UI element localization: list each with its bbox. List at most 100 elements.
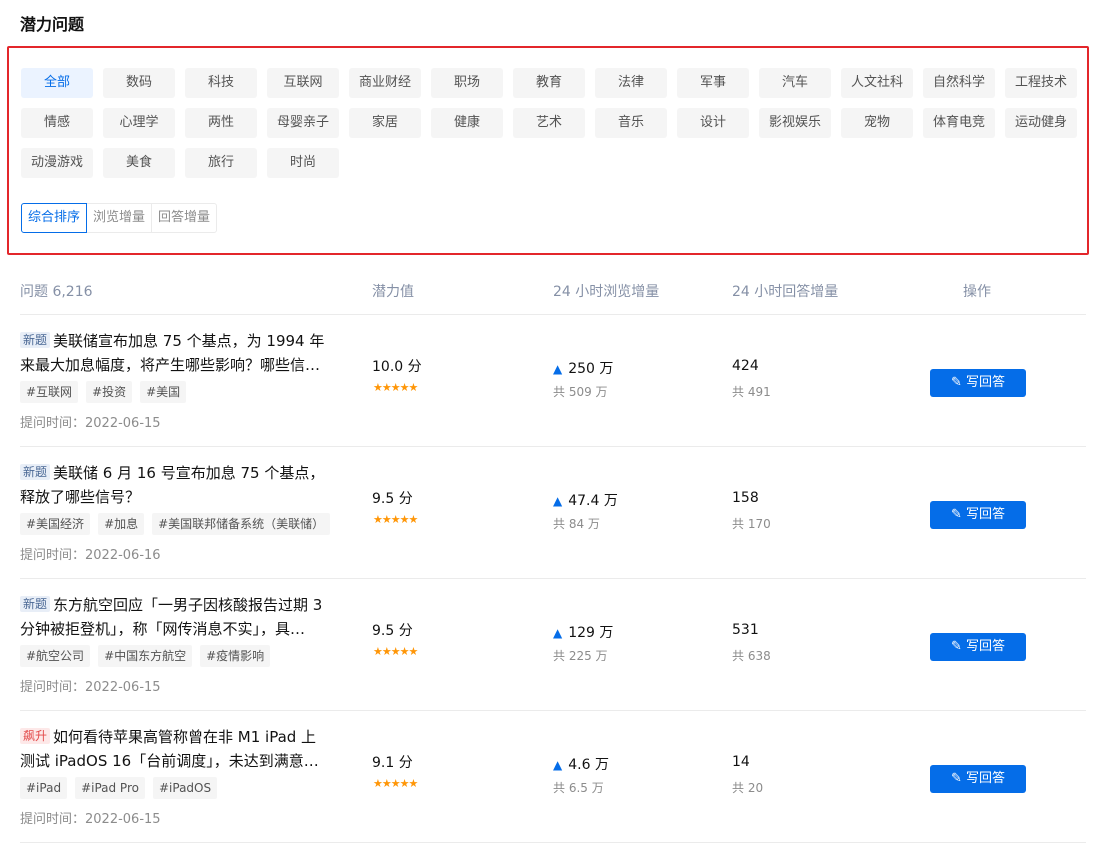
category-chip[interactable]: 动漫游戏	[21, 148, 93, 178]
topic-tag[interactable]: #美国联邦储备系统（美联储）	[152, 513, 331, 535]
category-chip[interactable]: 教育	[513, 68, 585, 98]
question-row: 飙升 如何看待苹果高管称曾在非 M1 iPad 上测试 iPadOS 16「台前调…	[0, 711, 1099, 843]
asked-time: 提问时间：2022-06-15	[20, 412, 161, 431]
category-chip[interactable]: 宠物	[841, 108, 913, 138]
category-chip[interactable]: 商业财经	[349, 68, 421, 98]
answers-increment: 14	[732, 754, 750, 770]
potential-score: 9.1 分	[372, 755, 413, 771]
category-chip[interactable]: 职场	[431, 68, 503, 98]
column-answers: 24 小时回答增量	[732, 284, 839, 300]
star-rating: ★★★★★	[373, 381, 418, 394]
category-chip[interactable]: 旅行	[185, 148, 257, 178]
category-chip[interactable]: 心理学	[103, 108, 175, 138]
star-rating: ★★★★★	[373, 777, 418, 790]
column-action: 操作	[963, 284, 991, 300]
category-chip[interactable]: 音乐	[595, 108, 667, 138]
asked-label: 提问时间：	[20, 680, 86, 695]
answers-increment: 531	[732, 622, 759, 638]
category-chip[interactable]: 科技	[185, 68, 257, 98]
question-title-text[interactable]: 东方航空回应「一男子因核酸报告过期 3 分钟被拒登机」，称「网传消息不实」，具…	[20, 596, 322, 638]
category-chip[interactable]: 全部	[21, 68, 93, 98]
topic-tag[interactable]: #投资	[86, 381, 133, 403]
answers-total: 共 170	[732, 517, 771, 531]
write-answer-button[interactable]: ✎ 写回答	[930, 633, 1026, 661]
category-chip[interactable]: 汽车	[759, 68, 831, 98]
answers-increment: 424	[732, 358, 759, 374]
topic-tag[interactable]: #航空公司	[20, 645, 91, 667]
arrow-up-icon: ▲	[553, 758, 563, 772]
question-title[interactable]: 飙升 如何看待苹果高管称曾在非 M1 iPad 上测试 iPadOS 16「台前调…	[20, 725, 328, 773]
write-answer-label: 写回答	[965, 771, 1005, 786]
arrow-up-icon: ▲	[553, 626, 563, 640]
category-chip[interactable]: 情感	[21, 108, 93, 138]
topic-tag[interactable]: #iPadOS	[152, 777, 218, 799]
page-title: 潜力问题	[20, 15, 85, 34]
topic-tag[interactable]: #iPad Pro	[75, 777, 145, 799]
write-answer-label: 写回答	[965, 375, 1005, 390]
category-chip[interactable]: 时尚	[267, 148, 339, 178]
write-answer-button[interactable]: ✎ 写回答	[930, 369, 1026, 397]
category-chip[interactable]: 美食	[103, 148, 175, 178]
tag-list: #iPad #iPad Pro #iPadOS	[20, 777, 225, 799]
question-title[interactable]: 新题 美联储宣布加息 75 个基点，为 1994 年来最大加息幅度，将产生哪些影响…	[20, 329, 328, 377]
category-chip[interactable]: 体育电竞	[923, 108, 995, 138]
question-title[interactable]: 新题 美联储 6 月 16 号宣布加息 75 个基点，释放了哪些信号？	[20, 461, 328, 509]
topic-tag[interactable]: #互联网	[20, 381, 79, 403]
topic-tag[interactable]: #美国	[140, 381, 187, 403]
tag-list: #航空公司 #中国东方航空 #疫情影响	[20, 645, 278, 667]
category-chip[interactable]: 运动健身	[1005, 108, 1077, 138]
category-chip[interactable]: 设计	[677, 108, 749, 138]
asked-time: 提问时间：2022-06-15	[20, 676, 161, 695]
question-title-text[interactable]: 美联储 6 月 16 号宣布加息 75 个基点，释放了哪些信号？	[20, 464, 324, 506]
tag-list: #美国经济 #加息 #美国联邦储备系统（美联储）	[20, 513, 338, 535]
views-increment-value: 4.6 万	[568, 757, 609, 773]
answers-total: 共 20	[732, 781, 764, 795]
write-answer-label: 写回答	[965, 639, 1005, 654]
views-increment-value: 250 万	[568, 361, 614, 377]
arrow-up-icon: ▲	[553, 494, 563, 508]
asked-time: 提问时间：2022-06-16	[20, 544, 161, 563]
category-chip[interactable]: 家居	[349, 108, 421, 138]
write-answer-button[interactable]: ✎ 写回答	[930, 501, 1026, 529]
views-increment: ▲ 129 万	[553, 622, 613, 642]
topic-tag[interactable]: #中国东方航空	[98, 645, 193, 667]
write-answer-button[interactable]: ✎ 写回答	[930, 765, 1026, 793]
views-total: 共 6.5 万	[553, 781, 604, 795]
potential-score: 10.0 分	[372, 359, 422, 375]
filter-panel: 全部 数码 科技 互联网 商业财经 职场 教育 法律 军事 汽车 人文社科 自然科学 工程技术情感 心理学…	[7, 46, 1089, 255]
category-chip[interactable]: 艺术	[513, 108, 585, 138]
sort-tab[interactable]: 综合排序	[21, 203, 88, 233]
category-chip[interactable]: 两性	[185, 108, 257, 138]
sort-tab[interactable]: 浏览增量	[86, 203, 153, 233]
asked-date: 2022-06-15	[85, 680, 161, 695]
question-title-text[interactable]: 如何看待苹果高管称曾在非 M1 iPad 上测试 iPadOS 16「台前调度」…	[20, 728, 319, 770]
asked-date: 2022-06-15	[85, 416, 161, 431]
question-title-text[interactable]: 美联储宣布加息 75 个基点，为 1994 年来最大加息幅度，将产生哪些影响？哪…	[20, 332, 324, 374]
category-chip[interactable]: 数码	[103, 68, 175, 98]
category-chip[interactable]: 健康	[431, 108, 503, 138]
answers-total: 共 491	[732, 385, 771, 399]
question-row: 新题 美联储 6 月 16 号宣布加息 75 个基点，释放了哪些信号？ #美国经济…	[0, 447, 1099, 579]
column-question: 问题 6,216	[20, 284, 93, 300]
category-chip[interactable]: 法律	[595, 68, 667, 98]
write-answer-label: 写回答	[965, 507, 1005, 522]
topic-tag[interactable]: #美国经济	[20, 513, 91, 535]
category-chip[interactable]: 工程技术	[1005, 68, 1077, 98]
views-total: 共 225 万	[553, 649, 608, 663]
category-chip[interactable]: 军事	[677, 68, 749, 98]
category-chip[interactable]: 互联网	[267, 68, 339, 98]
question-title[interactable]: 新题 东方航空回应「一男子因核酸报告过期 3 分钟被拒登机」，称「网传消息不实」，…	[20, 593, 328, 641]
question-row: 新题 美联储宣布加息 75 个基点，为 1994 年来最大加息幅度，将产生哪些影响…	[0, 315, 1099, 447]
topic-tag[interactable]: #加息	[98, 513, 145, 535]
category-chip[interactable]: 影视娱乐	[759, 108, 831, 138]
potential-score: 9.5 分	[372, 623, 413, 639]
question-badge: 新题	[20, 332, 51, 348]
sort-tab[interactable]: 回答增量	[151, 203, 218, 233]
category-chip[interactable]: 自然科学	[923, 68, 995, 98]
column-potential: 潜力值	[372, 284, 414, 300]
asked-label: 提问时间：	[20, 812, 86, 827]
category-chip[interactable]: 母婴亲子	[267, 108, 339, 138]
topic-tag[interactable]: #iPad	[20, 777, 68, 799]
topic-tag[interactable]: #疫情影响	[200, 645, 271, 667]
category-chip[interactable]: 人文社科	[841, 68, 913, 98]
